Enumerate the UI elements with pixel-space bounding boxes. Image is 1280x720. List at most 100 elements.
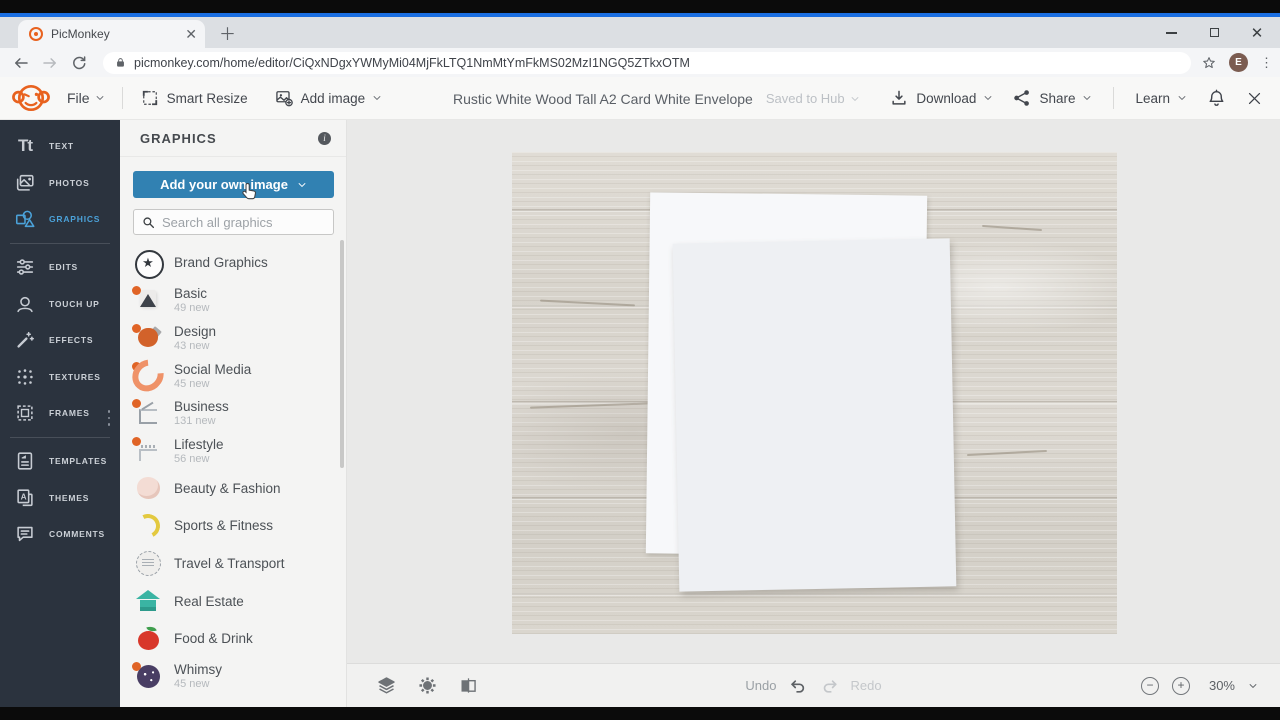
lock-icon bbox=[115, 56, 126, 69]
file-menu-button[interactable]: File bbox=[67, 90, 105, 106]
graphics-search-box bbox=[133, 209, 334, 235]
share-button[interactable]: Share bbox=[1012, 88, 1092, 108]
flip-icon[interactable] bbox=[458, 675, 479, 696]
undo-icon[interactable] bbox=[787, 676, 809, 696]
address-bar[interactable]: picmonkey.com/home/editor/CiQxNDgxYWMyMi… bbox=[103, 52, 1191, 74]
back-icon[interactable] bbox=[12, 54, 30, 72]
saved-status[interactable]: Saved to Hub bbox=[766, 91, 860, 106]
category-basic[interactable]: Basic49 new bbox=[133, 282, 346, 320]
download-button[interactable]: Download bbox=[889, 88, 993, 108]
travel-category-icon bbox=[133, 549, 163, 579]
sidebar-item-effects[interactable]: EFFECTS bbox=[0, 322, 120, 359]
saved-status-label: Saved to Hub bbox=[766, 91, 845, 106]
sidebar-item-label: GRAPHICS bbox=[49, 214, 100, 224]
food-category-icon bbox=[133, 624, 163, 654]
new-tab-button[interactable]: ＋ bbox=[219, 26, 236, 43]
new-dot bbox=[132, 286, 141, 295]
zoom-level[interactable]: 30% bbox=[1209, 678, 1235, 693]
category-text: Food & Drink bbox=[174, 631, 253, 646]
category-design[interactable]: Design43 new bbox=[133, 319, 346, 357]
category-beauty-fashion[interactable]: Beauty & Fashion bbox=[133, 470, 346, 508]
learn-button[interactable]: Learn bbox=[1135, 91, 1187, 106]
sidebar-item-touch-up[interactable]: TOUCH UP bbox=[0, 285, 120, 322]
learn-label: Learn bbox=[1135, 91, 1170, 106]
sidebar-item-comments[interactable]: COMMENTS bbox=[0, 516, 120, 553]
sidebar-item-photos[interactable]: PHOTOS bbox=[0, 165, 120, 202]
design-canvas[interactable] bbox=[512, 152, 1117, 634]
category-label: Real Estate bbox=[174, 594, 244, 609]
settings-gear-icon[interactable] bbox=[417, 675, 438, 696]
canvas-tools-group bbox=[376, 675, 479, 696]
sidebar-item-themes[interactable]: THEMES bbox=[0, 479, 120, 516]
new-dot bbox=[132, 399, 141, 408]
category-label: Business bbox=[174, 399, 229, 414]
category-text: Beauty & Fashion bbox=[174, 481, 281, 496]
chevron-down-icon bbox=[983, 93, 993, 103]
sidebar-divider bbox=[10, 243, 110, 244]
category-label: Basic bbox=[174, 286, 209, 301]
browser-menu-icon[interactable]: ⋮ bbox=[1260, 59, 1268, 66]
picmonkey-logo-icon[interactable] bbox=[10, 80, 52, 116]
close-editor-icon[interactable] bbox=[1246, 90, 1263, 107]
sidebar-item-templates[interactable]: TEMPLATES bbox=[0, 443, 120, 480]
chevron-down-icon[interactable] bbox=[1248, 681, 1258, 691]
touchup-icon bbox=[13, 292, 37, 316]
zoom-in-icon[interactable]: + bbox=[1172, 677, 1190, 695]
toolbar-divider bbox=[122, 87, 123, 109]
zoom-out-icon[interactable]: − bbox=[1141, 677, 1159, 695]
main-area: TtTEXTPHOTOS GRAPHICS EDITSTOUCH UPEFFECTS… bbox=[0, 120, 1280, 707]
tab-close-icon[interactable]: ✕ bbox=[185, 27, 197, 41]
window-minimize-button[interactable] bbox=[1164, 26, 1178, 40]
layers-icon[interactable] bbox=[376, 675, 397, 696]
document-title[interactable]: Rustic White Wood Tall A2 Card White Env… bbox=[453, 91, 753, 107]
search-input[interactable] bbox=[162, 215, 325, 230]
file-menu-label: File bbox=[67, 90, 90, 106]
smart-resize-icon bbox=[140, 88, 160, 108]
reload-icon[interactable] bbox=[70, 54, 88, 72]
browser-avatar[interactable]: E bbox=[1229, 53, 1248, 72]
category-whimsy[interactable]: Whimsy45 new bbox=[133, 658, 346, 696]
category-lifestyle[interactable]: Lifestyle56 new bbox=[133, 432, 346, 470]
sidebar-item-textures[interactable]: TEXTURES bbox=[0, 359, 120, 396]
redo-icon[interactable] bbox=[819, 676, 841, 696]
browser-tab-picmonkey[interactable]: PicMonkey ✕ bbox=[18, 20, 205, 48]
notifications-bell-icon[interactable] bbox=[1206, 88, 1227, 109]
search-icon bbox=[142, 216, 155, 229]
edits-icon bbox=[13, 255, 37, 279]
picmonkey-favicon-icon bbox=[29, 27, 43, 41]
category-text: Business131 new bbox=[174, 399, 229, 427]
sidebar-item-edits[interactable]: EDITS bbox=[0, 249, 120, 286]
info-icon[interactable]: i bbox=[318, 132, 331, 145]
chevron-down-icon bbox=[372, 93, 382, 103]
beauty-category-icon bbox=[133, 473, 163, 503]
add-image-button[interactable]: Add image bbox=[274, 88, 383, 108]
category-sports-fitness[interactable]: Sports & Fitness bbox=[133, 507, 346, 545]
category-social-media[interactable]: Social Media45 new bbox=[133, 357, 346, 395]
category-real-estate[interactable]: Real Estate bbox=[133, 582, 346, 620]
workspace: Undo Redo − + 30% bbox=[347, 120, 1280, 707]
sidebar-item-frames[interactable]: FRAMES bbox=[0, 395, 120, 432]
chevron-down-icon bbox=[1082, 93, 1092, 103]
add-your-own-image-button[interactable]: Add your own image bbox=[133, 171, 334, 198]
white-card-layer[interactable] bbox=[673, 238, 957, 591]
window-close-button[interactable]: ✕ bbox=[1250, 26, 1264, 40]
panel-resize-handle-icon[interactable] bbox=[108, 410, 111, 426]
panel-scrollbar-thumb[interactable] bbox=[340, 240, 344, 468]
category-text: Real Estate bbox=[174, 594, 244, 609]
screen: PicMonkey ✕ ＋ ✕ picmonkey.com/home/edito… bbox=[0, 0, 1280, 720]
forward-icon[interactable] bbox=[41, 54, 59, 72]
download-label: Download bbox=[916, 91, 976, 106]
add-image-icon bbox=[274, 88, 294, 108]
category-business[interactable]: Business131 new bbox=[133, 394, 346, 432]
smart-resize-button[interactable]: Smart Resize bbox=[140, 88, 248, 108]
design-category-icon bbox=[133, 323, 163, 353]
category-text: Sports & Fitness bbox=[174, 518, 273, 533]
category-brand-graphics[interactable]: Brand Graphics bbox=[133, 244, 346, 282]
window-maximize-button[interactable] bbox=[1207, 26, 1221, 40]
bookmark-star-icon[interactable] bbox=[1201, 55, 1217, 71]
category-food-drink[interactable]: Food & Drink bbox=[133, 620, 346, 658]
category-travel-transport[interactable]: Travel & Transport bbox=[133, 545, 346, 583]
sidebar-item-graphics[interactable]: GRAPHICS bbox=[0, 201, 120, 238]
business-category-icon bbox=[133, 398, 163, 428]
sidebar-item-text[interactable]: TtTEXT bbox=[0, 128, 120, 165]
